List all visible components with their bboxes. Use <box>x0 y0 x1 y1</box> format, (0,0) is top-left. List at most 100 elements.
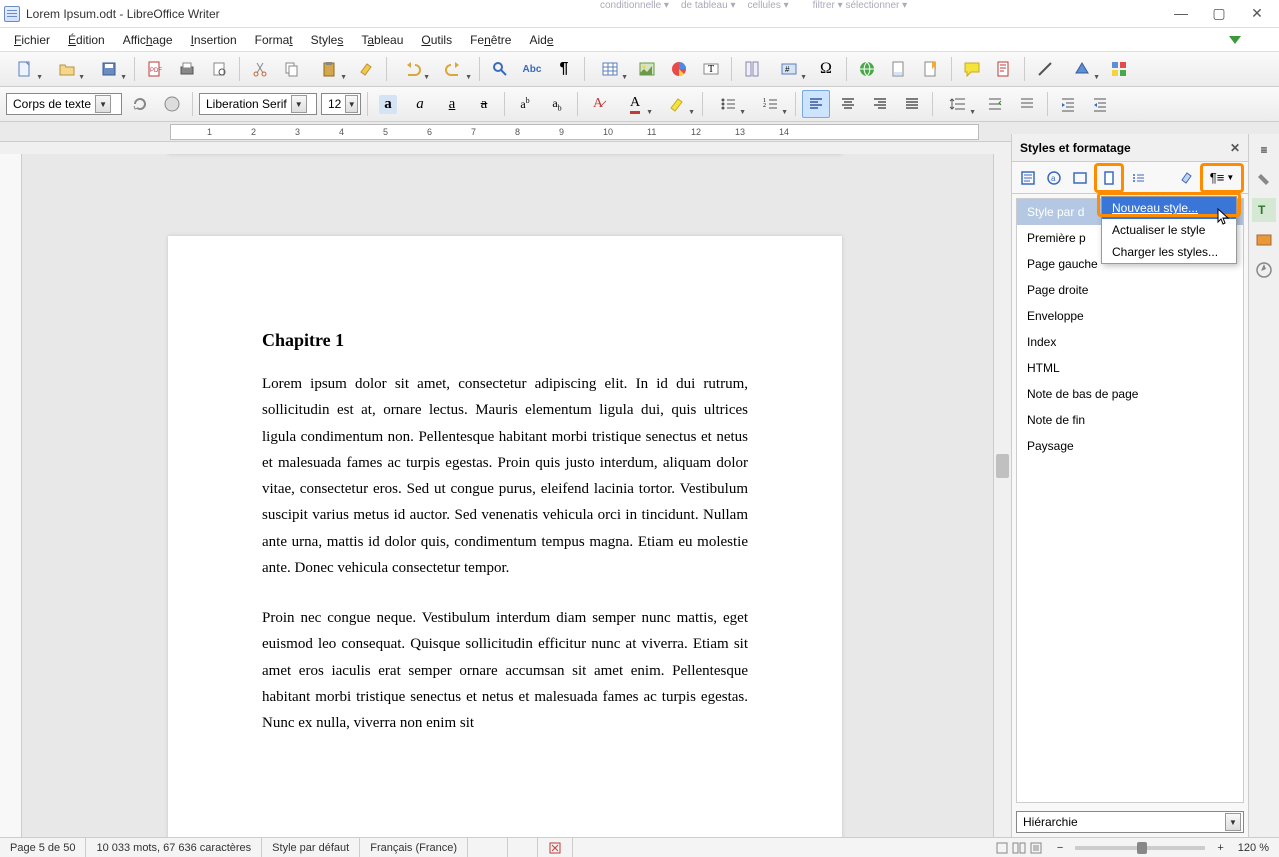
menu-nouveau-style[interactable]: Nouveau style... <box>1102 197 1236 219</box>
zoom-in-button[interactable]: + <box>1213 842 1227 854</box>
sidebar-properties-icon[interactable] <box>1252 168 1276 192</box>
paragraph-styles-icon[interactable] <box>1016 166 1040 190</box>
new-style-button[interactable] <box>158 90 186 118</box>
page-break-button[interactable] <box>738 55 766 83</box>
status-signature[interactable] <box>538 838 573 857</box>
footnote-button[interactable] <box>885 55 913 83</box>
status-page[interactable]: Page 5 de 50 <box>0 838 86 857</box>
new-doc-button[interactable]: ▼ <box>6 55 44 83</box>
menu-tableau[interactable]: Tableau <box>353 31 411 49</box>
menu-outils[interactable]: Outils <box>413 31 460 49</box>
maximize-button[interactable]: ▢ <box>1209 5 1229 22</box>
export-pdf-button[interactable]: PDF <box>141 55 169 83</box>
italic-button[interactable]: a <box>406 90 434 118</box>
line-button[interactable] <box>1031 55 1059 83</box>
style-item-note-fin[interactable]: Note de fin <box>1017 407 1243 433</box>
bookmark-button[interactable] <box>917 55 945 83</box>
draw-functions-button[interactable] <box>1105 55 1133 83</box>
number-list-button[interactable]: 12▼ <box>751 90 789 118</box>
font-size-combo[interactable]: 12▼ <box>321 93 361 115</box>
style-item-enveloppe[interactable]: Enveloppe <box>1017 303 1243 329</box>
cut-button[interactable] <box>246 55 274 83</box>
style-item-note-bas[interactable]: Note de bas de page <box>1017 381 1243 407</box>
special-char-button[interactable]: Ω <box>812 55 840 83</box>
zoom-slider-knob[interactable] <box>1137 842 1147 854</box>
close-button[interactable]: ✕ <box>1247 5 1267 22</box>
subscript-button[interactable]: ab <box>543 90 571 118</box>
character-styles-icon[interactable]: a <box>1042 166 1066 190</box>
menu-aide[interactable]: Aide <box>521 31 561 49</box>
basic-shapes-button[interactable]: ▼ <box>1063 55 1101 83</box>
superscript-button[interactable]: ab <box>511 90 539 118</box>
hyperlink-button[interactable] <box>853 55 881 83</box>
zoom-slider[interactable] <box>1075 846 1205 850</box>
style-filter-combo[interactable]: Hiérarchie ▼ <box>1016 811 1244 833</box>
styles-list[interactable]: Style par d Première p Page gauche Page … <box>1016 198 1244 803</box>
sidebar-styles-icon[interactable]: T <box>1252 198 1276 222</box>
font-color-button[interactable]: A▼ <box>616 90 654 118</box>
chart-button[interactable] <box>665 55 693 83</box>
comment-button[interactable] <box>958 55 986 83</box>
align-left-button[interactable] <box>802 90 830 118</box>
paste-button[interactable]: ▼ <box>310 55 348 83</box>
table-button[interactable]: ▼ <box>591 55 629 83</box>
increase-indent-button[interactable] <box>1054 90 1082 118</box>
save-button[interactable]: ▼ <box>90 55 128 83</box>
decrease-indent-button[interactable] <box>1086 90 1114 118</box>
formatting-marks-button[interactable]: ¶ <box>550 55 578 83</box>
bullet-list-button[interactable]: ▼ <box>709 90 747 118</box>
font-name-combo[interactable]: Liberation Serif▼ <box>199 93 317 115</box>
status-language[interactable]: Français (France) <box>360 838 468 857</box>
undo-button[interactable]: ▼ <box>393 55 431 83</box>
menu-insertion[interactable]: Insertion <box>183 31 245 49</box>
menu-edition[interactable]: Édition <box>60 31 113 49</box>
clone-format-button[interactable] <box>352 55 380 83</box>
status-page-style[interactable]: Style par défaut <box>262 838 360 857</box>
field-button[interactable]: #▼ <box>770 55 808 83</box>
menu-styles[interactable]: Styles <box>303 31 352 49</box>
status-selection-mode[interactable] <box>508 838 538 857</box>
update-style-button[interactable] <box>126 90 154 118</box>
fill-format-icon[interactable] <box>1174 166 1198 190</box>
menu-affichage[interactable]: Affichage <box>115 31 181 49</box>
strikethrough-button[interactable]: a <box>470 90 498 118</box>
new-style-dropdown-button[interactable]: ¶≡▼ <box>1200 163 1244 193</box>
list-styles-icon[interactable] <box>1126 166 1150 190</box>
print-button[interactable] <box>173 55 201 83</box>
menu-fichier[interactable]: Fichier <box>6 31 58 49</box>
page-styles-icon[interactable] <box>1094 163 1124 193</box>
paragraph-style-combo[interactable]: Corps de texte▼ <box>6 93 122 115</box>
align-right-button[interactable] <box>866 90 894 118</box>
status-view-buttons[interactable] <box>985 838 1053 857</box>
spellcheck-button[interactable]: Abc <box>518 55 546 83</box>
scrollbar-thumb[interactable] <box>996 454 1009 478</box>
minimize-button[interactable]: — <box>1171 5 1191 22</box>
sidebar-navigator-icon[interactable] <box>1252 258 1276 282</box>
frame-styles-icon[interactable] <box>1068 166 1092 190</box>
decrease-spacing-button[interactable] <box>1013 90 1041 118</box>
textbox-button[interactable]: T <box>697 55 725 83</box>
find-replace-button[interactable] <box>486 55 514 83</box>
vertical-ruler[interactable] <box>0 154 22 837</box>
open-button[interactable]: ▼ <box>48 55 86 83</box>
sidebar-close-button[interactable]: ✕ <box>1230 141 1240 155</box>
underline-button[interactable]: a <box>438 90 466 118</box>
sidebar-settings-icon[interactable]: ≡ <box>1252 138 1276 162</box>
image-button[interactable] <box>633 55 661 83</box>
status-word-count[interactable]: 10 033 mots, 67 636 caractères <box>86 838 262 857</box>
print-preview-button[interactable] <box>205 55 233 83</box>
horizontal-ruler[interactable]: 1 2 3 4 5 6 7 8 9 10 11 12 13 14 <box>170 124 979 140</box>
menu-format[interactable]: Format <box>247 31 301 49</box>
style-item-paysage[interactable]: Paysage <box>1017 433 1243 459</box>
redo-button[interactable]: ▼ <box>435 55 473 83</box>
line-spacing-button[interactable]: ▼ <box>939 90 977 118</box>
menu-actualiser-style[interactable]: Actualiser le style <box>1102 219 1236 241</box>
vertical-scrollbar[interactable] <box>993 154 1011 837</box>
status-insert-mode[interactable] <box>468 838 508 857</box>
copy-button[interactable] <box>278 55 306 83</box>
menu-fenetre[interactable]: Fenêtre <box>462 31 519 49</box>
menu-charger-styles[interactable]: Charger les styles... <box>1102 241 1236 263</box>
style-item-page-droite[interactable]: Page droite <box>1017 277 1243 303</box>
highlight-button[interactable]: ▼ <box>658 90 696 118</box>
increase-spacing-button[interactable] <box>981 90 1009 118</box>
